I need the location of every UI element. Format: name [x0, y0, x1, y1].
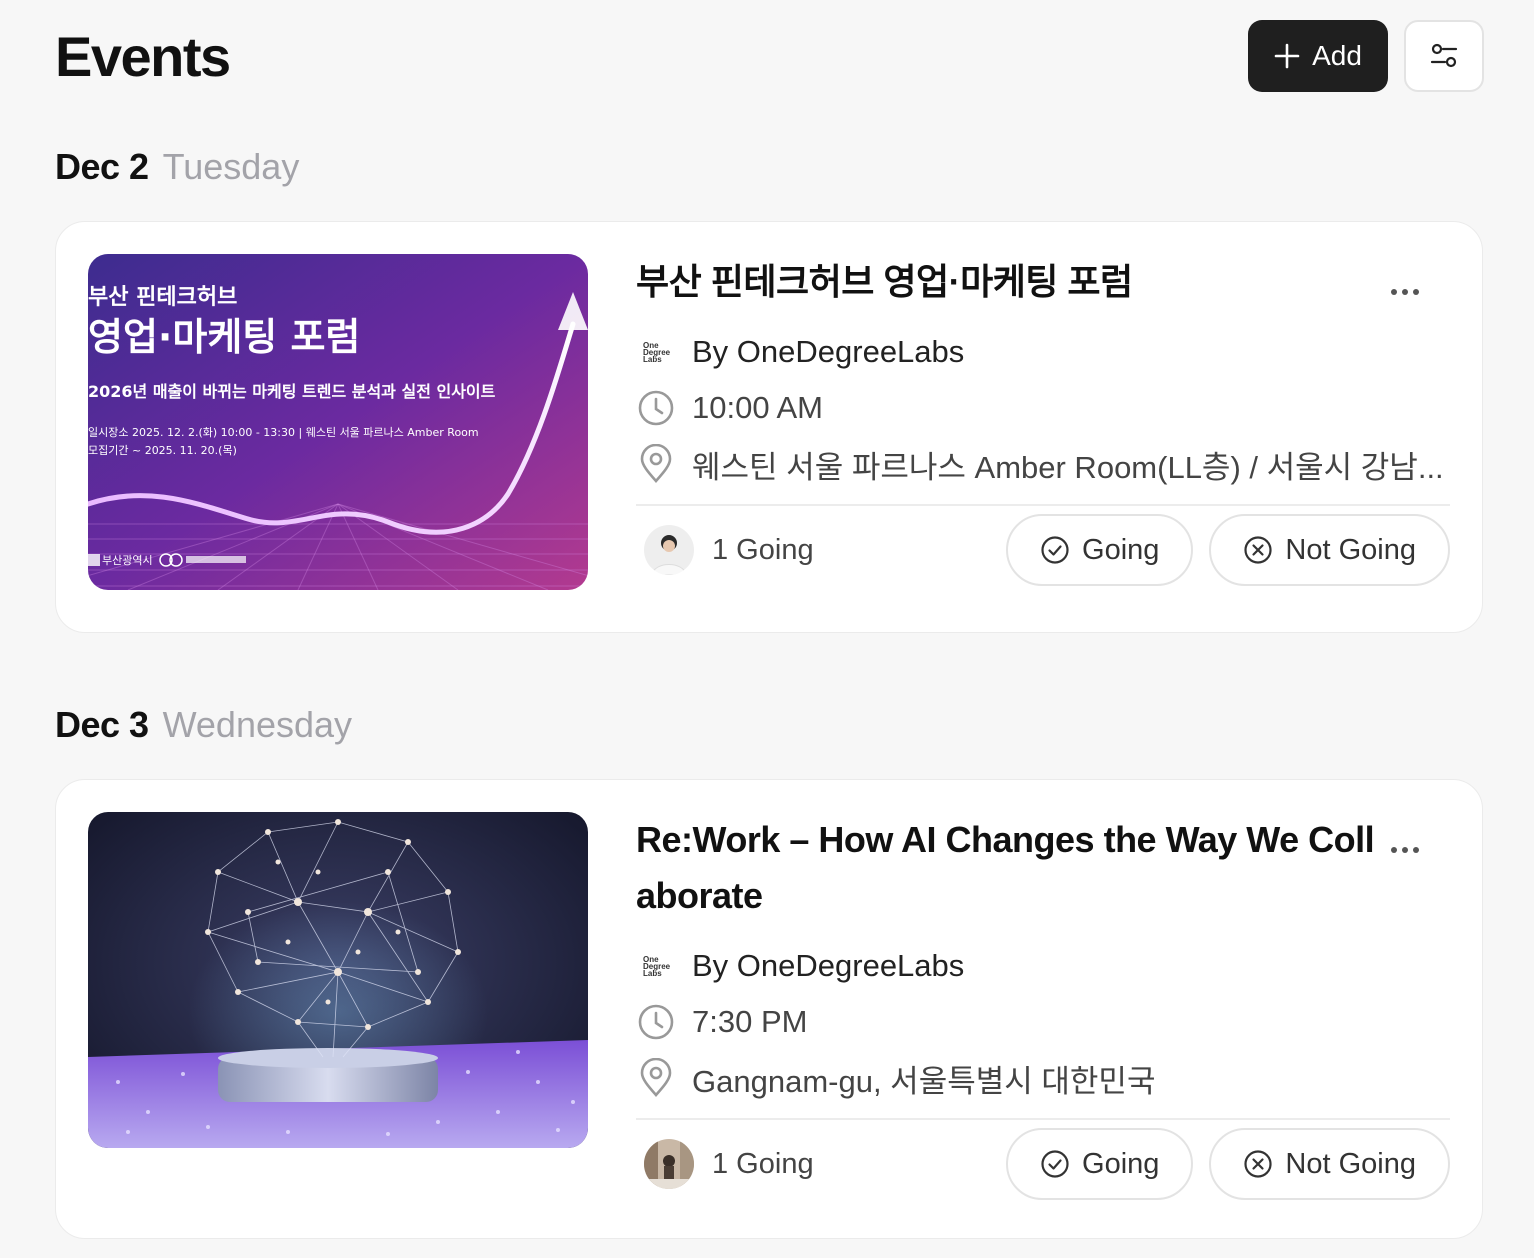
page-title: Events: [55, 24, 231, 88]
not-going-button[interactable]: Not Going: [1209, 1128, 1450, 1200]
event-info: 부산 핀테크허브 영업·마케팅 포럼 One Degree Labs By On…: [636, 254, 1450, 594]
filter-button[interactable]: [1404, 20, 1484, 92]
poster-graphic: 부산 핀테크허브 영업·마케팅 포럼 2026년 매출이 바뀌는 마케팅 트렌드…: [88, 254, 588, 590]
ellipsis-icon: [1391, 289, 1419, 295]
map-pin-icon: [640, 444, 672, 483]
location-row: 웨스틴 서울 파르나스 Amber Room(LL층) / 서울시 강남...: [636, 436, 1450, 492]
event-cover-image[interactable]: [88, 812, 588, 1148]
event-location[interactable]: 웨스틴 서울 파르나스 Amber Room(LL층) / 서울시 강남...: [692, 442, 1444, 487]
time-row: 7:30 PM: [636, 994, 1450, 1050]
more-options-button[interactable]: [1390, 830, 1420, 860]
cover-graphic: [88, 812, 588, 1148]
event-title[interactable]: Re:Work – How AI Changes the Way We Coll…: [636, 812, 1376, 924]
not-going-button-label: Not Going: [1285, 533, 1416, 566]
check-circle-icon: [1041, 536, 1069, 564]
event-title[interactable]: 부산 핀테크허브 영업·마케팅 포럼: [636, 254, 1376, 310]
event-location[interactable]: Gangnam-gu, 서울특별시 대한민국: [692, 1056, 1155, 1101]
location-row: Gangnam-gu, 서울특별시 대한민국: [636, 1050, 1450, 1106]
map-pin-icon: [640, 1058, 672, 1097]
more-options-button[interactable]: [1390, 272, 1420, 302]
event-time: 10:00 AM: [692, 390, 823, 425]
host-row: One Degree Labs By OneDegreeLabs: [636, 324, 1450, 380]
going-button[interactable]: Going: [1006, 514, 1194, 586]
not-going-button-label: Not Going: [1285, 1147, 1416, 1180]
host-logo-text: Labs: [643, 354, 662, 364]
host-row: One Degree Labs By OneDegreeLabs: [636, 938, 1450, 994]
poster-org-label: 부산광역시: [102, 554, 153, 567]
going-button[interactable]: Going: [1006, 1128, 1194, 1200]
date-heading: Dec 3 Wednesday: [55, 704, 352, 746]
event-poster-image[interactable]: 부산 핀테크허브 영업·마케팅 포럼 2026년 매출이 바뀌는 마케팅 트렌드…: [88, 254, 588, 590]
clock-icon: [638, 390, 674, 426]
poster-line-5: 모집기간 ~ 2025. 11. 20.(목): [88, 444, 237, 457]
sliders-icon: [1430, 43, 1458, 68]
rsvp-row: 1 Going Going Not Going: [636, 506, 1450, 594]
x-circle-icon: [1244, 1150, 1273, 1178]
poster-line-3: 2026년 매출이 바뀌는 마케팅 트렌드 분석과 실전 인사이트: [88, 382, 496, 401]
weekday-label: Wednesday: [162, 704, 353, 745]
poster-line-1: 부산 핀테크허브: [88, 285, 237, 310]
event-card[interactable]: Re:Work – How AI Changes the Way We Coll…: [55, 779, 1483, 1239]
event-host[interactable]: By OneDegreeLabs: [692, 948, 964, 984]
poster-line-2: 영업·마케팅 포럼: [88, 315, 360, 359]
avatar[interactable]: [644, 525, 694, 575]
event-info: Re:Work – How AI Changes the Way We Coll…: [636, 812, 1450, 1208]
page-header: Events Add: [55, 20, 1484, 92]
not-going-button[interactable]: Not Going: [1209, 514, 1450, 586]
poster-line-4: 일시장소 2025. 12. 2.(화) 10:00 - 13:30 | 웨스틴…: [88, 425, 479, 439]
rsvp-row: 1 Going Going Not Going: [636, 1120, 1450, 1208]
date-label: Dec 3: [55, 704, 149, 745]
date-label: Dec 2: [55, 146, 149, 187]
going-button-label: Going: [1082, 533, 1160, 566]
event-time: 7:30 PM: [692, 1004, 808, 1039]
x-circle-icon: [1244, 536, 1273, 564]
date-heading: Dec 2 Tuesday: [55, 146, 299, 188]
add-event-button[interactable]: Add: [1248, 20, 1388, 92]
host-logo: One Degree Labs: [636, 946, 676, 986]
add-button-label: Add: [1312, 40, 1362, 71]
clock-icon: [638, 1004, 674, 1040]
host-logo-text: Labs: [643, 968, 662, 978]
weekday-label: Tuesday: [162, 146, 300, 187]
event-host[interactable]: By OneDegreeLabs: [692, 334, 964, 370]
ellipsis-icon: [1391, 847, 1419, 853]
time-row: 10:00 AM: [636, 380, 1450, 436]
avatar[interactable]: [644, 1139, 694, 1189]
event-card[interactable]: 부산 핀테크허브 영업·마케팅 포럼 2026년 매출이 바뀌는 마케팅 트렌드…: [55, 221, 1483, 633]
plus-icon: [1274, 43, 1300, 69]
check-circle-icon: [1041, 1150, 1069, 1178]
going-count[interactable]: 1 Going: [712, 534, 990, 567]
host-logo: One Degree Labs: [636, 332, 676, 372]
going-button-label: Going: [1082, 1147, 1160, 1180]
header-actions: Add: [1248, 20, 1484, 92]
going-count[interactable]: 1 Going: [712, 1148, 990, 1181]
